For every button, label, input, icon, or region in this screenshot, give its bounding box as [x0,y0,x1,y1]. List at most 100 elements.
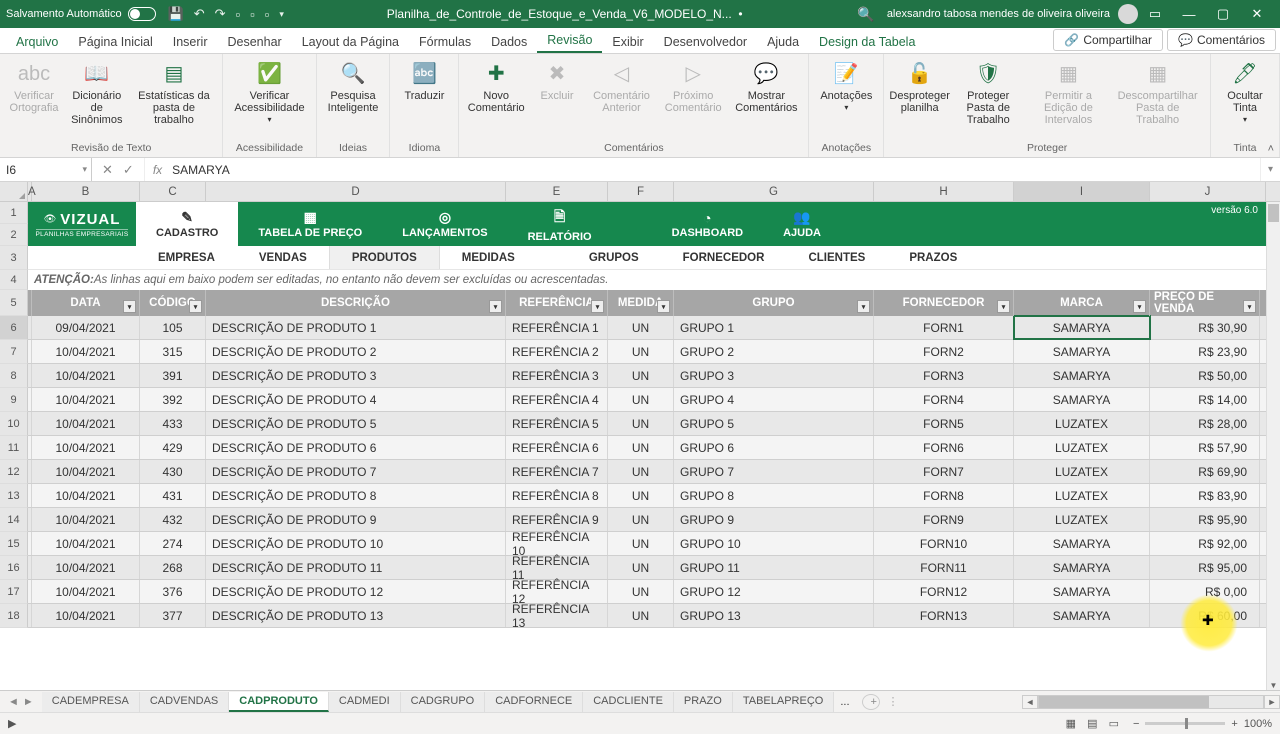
qat-dropdown-icon[interactable]: ▾ [279,9,284,20]
cell-ref[interactable]: REFERÊNCIA 3 [506,364,608,387]
table-row[interactable]: 10/04/2021432DESCRIÇÃO DE PRODUTO 9REFER… [28,508,1266,532]
cell-med[interactable]: UN [608,604,674,627]
enter-icon[interactable]: ✓ [123,162,134,178]
redo-icon[interactable]: ↷ [215,6,226,22]
cell-marca[interactable]: SAMARYA [1014,556,1150,579]
record-macro-icon[interactable]: ▶ [8,717,16,730]
name-box[interactable]: I6 [0,158,92,181]
ribbon-display-icon[interactable]: ▭ [1138,6,1172,22]
tab-help[interactable]: Ajuda [757,31,809,53]
cell-forn[interactable]: FORN9 [874,508,1014,531]
row-header[interactable]: 9 [0,388,28,412]
cell-preco[interactable]: R$ 23,90 [1150,340,1260,363]
prev-comment-button[interactable]: ◁Comentário Anterior [589,58,654,116]
cell-cod[interactable]: 429 [140,436,206,459]
row-header[interactable]: 15 [0,532,28,556]
cell-data[interactable]: 10/04/2021 [32,340,140,363]
col-D[interactable]: D [206,182,506,201]
cell-forn[interactable]: FORN2 [874,340,1014,363]
cell-preco[interactable]: R$ 95,90 [1150,508,1260,531]
cell-forn[interactable]: FORN11 [874,556,1014,579]
col-J[interactable]: J [1150,182,1266,201]
sheet-tab[interactable]: CADPRODUTO [229,692,329,712]
cell-preco[interactable]: R$ 92,00 [1150,532,1260,555]
nav-cadastro[interactable]: ✎CADASTRO [136,202,238,246]
nav-ajuda[interactable]: 👥AJUDA [763,202,841,246]
cell-grp[interactable]: GRUPO 9 [674,508,874,531]
cancel-icon[interactable]: ✕ [102,162,113,178]
filter-icon[interactable]: ▾ [857,300,870,313]
table-row[interactable]: 10/04/2021315DESCRIÇÃO DE PRODUTO 2REFER… [28,340,1266,364]
cell-preco[interactable]: R$ 83,90 [1150,484,1260,507]
row-header[interactable]: 16 [0,556,28,580]
tab-table-design[interactable]: Design da Tabela [809,31,925,53]
tab-layout[interactable]: Layout da Página [292,31,409,53]
cell-grp[interactable]: GRUPO 11 [674,556,874,579]
search-icon[interactable]: 🔍 [857,6,874,23]
table-row[interactable]: 10/04/2021391DESCRIÇÃO DE PRODUTO 3REFER… [28,364,1266,388]
cell-forn[interactable]: FORN7 [874,460,1014,483]
cell-marca[interactable]: LUZATEX [1014,436,1150,459]
subnav-fornecedor[interactable]: FORNECEDOR [661,246,787,269]
cell-data[interactable]: 10/04/2021 [32,412,140,435]
cell-preco[interactable]: R$ 95,00 [1150,556,1260,579]
cell-grp[interactable]: GRUPO 13 [674,604,874,627]
cell-ref[interactable]: REFERÊNCIA 6 [506,436,608,459]
table-row[interactable]: 09/04/2021105DESCRIÇÃO DE PRODUTO 1REFER… [28,316,1266,340]
qat-icon[interactable]: ▫ [236,7,241,22]
cell-ref[interactable]: REFERÊNCIA 1 [506,316,608,339]
hide-ink-button[interactable]: 🖊Ocultar Tinta▾ [1219,58,1271,127]
cell-data[interactable]: 10/04/2021 [32,364,140,387]
new-comment-button[interactable]: ✚Novo Comentário [467,58,525,116]
qat-icon[interactable]: ▫ [250,7,255,22]
cell-med[interactable]: UN [608,412,674,435]
new-sheet-button[interactable]: + [862,694,880,710]
cell-desc[interactable]: DESCRIÇÃO DE PRODUTO 8 [206,484,506,507]
col-F[interactable]: F [608,182,674,201]
col-H[interactable]: H [874,182,1014,201]
cell-marca[interactable]: LUZATEX [1014,412,1150,435]
table-row[interactable]: 10/04/2021274DESCRIÇÃO DE PRODUTO 10REFE… [28,532,1266,556]
col-B[interactable]: B [32,182,140,201]
tab-file[interactable]: Arquivo [6,31,68,53]
cell-cod[interactable]: 376 [140,580,206,603]
row-header[interactable]: 7 [0,340,28,364]
cell-forn[interactable]: FORN1 [874,316,1014,339]
table-row[interactable]: 10/04/2021377DESCRIÇÃO DE PRODUTO 13REFE… [28,604,1266,628]
cell-forn[interactable]: FORN12 [874,580,1014,603]
cell-desc[interactable]: DESCRIÇÃO DE PRODUTO 1 [206,316,506,339]
cell-desc[interactable]: DESCRIÇÃO DE PRODUTO 5 [206,412,506,435]
cell-data[interactable]: 10/04/2021 [32,484,140,507]
cell-desc[interactable]: DESCRIÇÃO DE PRODUTO 3 [206,364,506,387]
save-icon[interactable]: 💾 [168,6,184,22]
row-header[interactable]: 12 [0,460,28,484]
cell-ref[interactable]: REFERÊNCIA 5 [506,412,608,435]
tab-draw[interactable]: Desenhar [217,31,291,53]
cell-med[interactable]: UN [608,508,674,531]
cell-desc[interactable]: DESCRIÇÃO DE PRODUTO 13 [206,604,506,627]
zoom-value[interactable]: 100% [1244,718,1272,730]
cell-grp[interactable]: GRUPO 2 [674,340,874,363]
subnav-produtos[interactable]: PRODUTOS [329,246,440,269]
filter-icon[interactable]: ▾ [591,300,604,313]
cell-forn[interactable]: FORN3 [874,364,1014,387]
cell-med[interactable]: UN [608,388,674,411]
col-E[interactable]: E [506,182,608,201]
accessibility-button[interactable]: ✅Verificar Acessibilidade▾ [231,58,307,127]
cell-forn[interactable]: FORN10 [874,532,1014,555]
cell-med[interactable]: UN [608,316,674,339]
cell-preco[interactable]: R$ 0,00 [1150,580,1260,603]
maximize-icon[interactable]: ▢ [1206,6,1240,22]
cell-cod[interactable]: 391 [140,364,206,387]
sheet-tab[interactable]: TABELAPREÇO [733,692,835,712]
cell-desc[interactable]: DESCRIÇÃO DE PRODUTO 11 [206,556,506,579]
unprotect-sheet-button[interactable]: 🔓Desproteger planilha [892,58,947,128]
subnav-empresa[interactable]: EMPRESA [136,246,237,269]
tab-nav-next-icon[interactable]: ► [23,696,34,708]
cell-desc[interactable]: DESCRIÇÃO DE PRODUTO 10 [206,532,506,555]
col-I[interactable]: I [1014,182,1150,201]
subnav-prazos[interactable]: PRAZOS [887,246,979,269]
filter-icon[interactable]: ▾ [1133,300,1146,313]
cell-preco[interactable]: R$ 60,00 [1150,604,1260,627]
horizontal-scrollbar[interactable]: ◄ ► [1022,695,1280,709]
